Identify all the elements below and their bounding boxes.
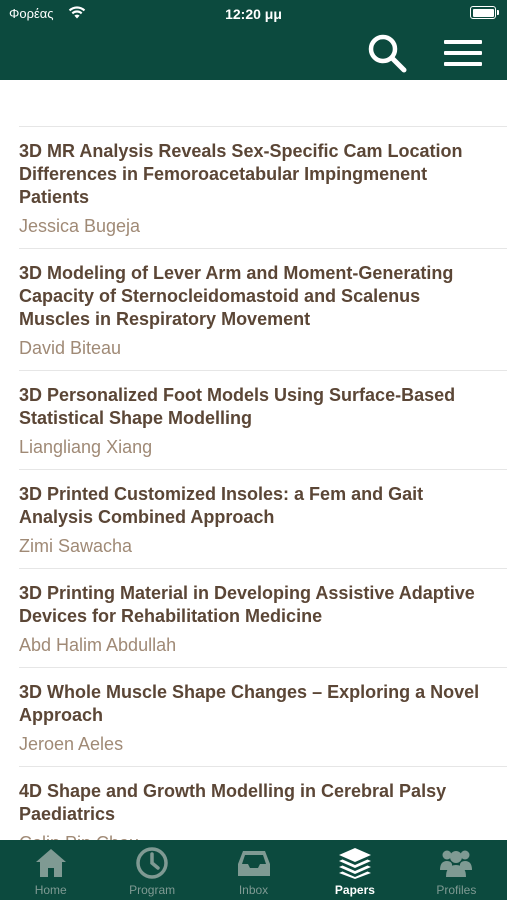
tab-label: Papers xyxy=(334,883,375,897)
paper-list-item[interactable]: 3D Modeling of Lever Arm and Moment-Gene… xyxy=(0,249,507,370)
paper-list-item[interactable]: 3D MR Analysis Reveals Sex-Specific Cam … xyxy=(0,127,507,248)
tab-home[interactable]: Home xyxy=(0,840,101,900)
paper-title: 3D Modeling of Lever Arm and Moment-Gene… xyxy=(19,263,454,329)
paper-author: Abd Halim Abdullah xyxy=(19,635,177,655)
paper-list-item[interactable]: 4D Shape and Growth Modelling in Cerebra… xyxy=(0,767,507,840)
tab-label: Inbox xyxy=(238,883,269,897)
papers-list[interactable]: 3D MR Analysis Reveals Sex-Specific Cam … xyxy=(0,80,507,840)
status-time: 12:20 μμ xyxy=(225,6,282,22)
hamburger-menu-icon xyxy=(444,40,482,66)
home-icon xyxy=(35,849,66,877)
paper-author: Colin Pin Chou xyxy=(19,832,491,840)
status-bar: Φορέας 12:20 μμ xyxy=(0,0,507,30)
paper-title: 3D MR Analysis Reveals Sex-Specific Cam … xyxy=(19,141,463,207)
top-bar: Φορέας 12:20 μμ xyxy=(0,0,507,80)
paper-title: 3D Printing Material in Developing Assis… xyxy=(19,583,475,626)
layers-icon xyxy=(338,848,371,879)
clock-icon xyxy=(136,847,168,879)
tab-program[interactable]: Program xyxy=(101,840,202,900)
paper-list-item[interactable]: 3D Printing Material in Developing Assis… xyxy=(0,569,507,667)
paper-title: 4D Shape and Growth Modelling in Cerebra… xyxy=(19,781,447,824)
search-button[interactable] xyxy=(362,30,412,76)
tab-profiles[interactable]: Profiles xyxy=(406,840,507,900)
tab-label: Program xyxy=(129,883,176,897)
tab-inbox[interactable]: Inbox xyxy=(203,840,304,900)
paper-title: 3D Printed Customized Insoles: a Fem and… xyxy=(19,484,424,527)
battery-icon xyxy=(470,6,499,19)
paper-author: Jeroen Aeles xyxy=(19,734,124,754)
menu-button[interactable] xyxy=(438,30,488,76)
paper-title: 3D Whole Muscle Shape Changes – Explorin… xyxy=(19,682,480,725)
paper-author: David Biteau xyxy=(19,338,122,358)
search-icon xyxy=(368,34,407,73)
tab-papers[interactable]: Papers xyxy=(304,840,405,900)
paper-title: 3D Personalized Foot Models Using Surfac… xyxy=(19,385,456,428)
paper-list-item[interactable]: 3D Printed Customized Insoles: a Fem and… xyxy=(0,470,507,568)
tab-label: Profiles xyxy=(436,883,477,897)
people-icon xyxy=(440,850,473,877)
app-screen: Φορέας 12:20 μμ 3D MR Analysis Reveals S… xyxy=(0,0,507,900)
paper-author: Liangliang Xiang xyxy=(19,437,153,457)
tab-bar: Home Program Inbox Papers Profiles xyxy=(0,840,507,900)
paper-list-item[interactable]: 3D Personalized Foot Models Using Surfac… xyxy=(0,371,507,469)
tab-label: Home xyxy=(34,883,67,897)
paper-author: Zimi Sawacha xyxy=(19,536,133,556)
inbox-icon xyxy=(237,851,270,876)
list-top-spacer xyxy=(0,80,507,126)
paper-author: Jessica Bugeja xyxy=(19,216,141,236)
paper-list-item[interactable]: 3D Whole Muscle Shape Changes – Explorin… xyxy=(0,668,507,766)
